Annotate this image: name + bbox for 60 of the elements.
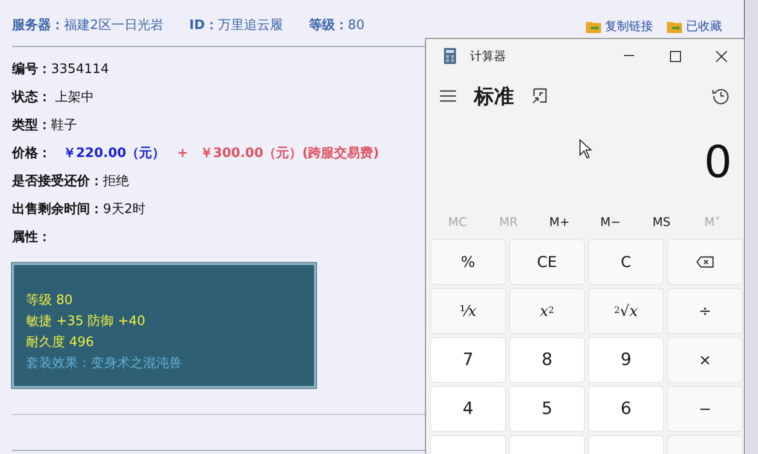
folder-icon — [667, 20, 683, 33]
field-label: 是否接受还价： — [12, 172, 103, 190]
stat-text: 等级 80 — [26, 292, 74, 309]
stat-text: 敏捷 +35 防御 +40 — [26, 313, 146, 330]
calculator-key[interactable]: 7 — [430, 337, 506, 383]
menu-icon[interactable] — [440, 90, 456, 102]
history-icon[interactable] — [712, 87, 730, 105]
link[interactable]: 复制链接 — [586, 18, 653, 35]
calculator-key[interactable]: − — [667, 386, 743, 432]
plus-sign: + — [177, 146, 188, 160]
calculator-key[interactable]: % — [430, 239, 506, 285]
memory-button[interactable]: MS — [636, 215, 687, 229]
calculator-key[interactable]: $^{2}$√x — [588, 288, 664, 334]
calculator-key[interactable]: C — [588, 239, 664, 285]
close-icon — [716, 50, 726, 62]
field-label: 属性： — [12, 229, 51, 246]
calculator-key[interactable]: 4 — [430, 386, 506, 432]
header-value: 80 — [348, 18, 364, 33]
field-label: 编号： — [12, 60, 51, 78]
field-label: 出售剩余时间： — [12, 201, 103, 218]
folder-icon — [586, 20, 602, 33]
field-value: 上架中 — [54, 89, 94, 106]
calculator-icon — [444, 48, 456, 64]
backspace-icon — [696, 256, 714, 268]
field-value: 3354114 — [51, 62, 109, 76]
price-value: ￥220.00（元） — [63, 145, 166, 162]
set-effect-text: 套装效果：变身术之混沌兽 — [26, 355, 183, 372]
fee-value: ￥300.00（元）(跨服交易费) — [200, 144, 380, 162]
calculator-key[interactable]: 6 — [588, 386, 664, 432]
header-value: 万里追云履 — [218, 17, 283, 34]
display-value: 0 — [704, 136, 732, 188]
calculator-key[interactable]: 8 — [509, 337, 585, 383]
header-label: 服务器： — [12, 17, 64, 34]
stat-text: 耐久度 496 — [26, 334, 95, 351]
calculator-key[interactable]: 9 — [588, 337, 664, 383]
keep-on-top-icon[interactable] — [532, 88, 548, 104]
field-value: 9天2时 — [103, 201, 146, 218]
field-label: 价格： — [12, 145, 51, 162]
calculator-key[interactable]: ÷ — [667, 288, 743, 334]
field-label: 类型： — [12, 117, 51, 134]
calculator-key[interactable]: x$^{2}$ — [509, 288, 585, 334]
header-label: ID： — [189, 17, 218, 34]
mouse-pointer-icon — [579, 139, 592, 159]
memory-button[interactable]: M+ — [534, 215, 585, 229]
header-label: 等级： — [308, 17, 348, 34]
field-label: 状态： — [12, 89, 51, 106]
window-title: 计算器 — [470, 48, 507, 64]
backspace-key[interactable] — [667, 239, 743, 285]
maximize-icon — [670, 50, 680, 62]
minimize-icon — [624, 55, 634, 57]
calculator-key[interactable]: 5 — [509, 386, 585, 432]
field-value: 拒绝 — [103, 173, 129, 190]
calculator-key[interactable]: × — [667, 337, 743, 383]
link[interactable]: 已收藏 — [667, 18, 722, 35]
calculator-key[interactable]: CE — [509, 239, 585, 285]
field-value: 鞋子 — [51, 117, 77, 134]
calculator-key[interactable]: ¹⁄x — [430, 288, 506, 334]
header-value: 福建2区一日光岩 — [64, 17, 164, 34]
mode-title: 标准 — [474, 82, 514, 110]
memory-button[interactable]: M− — [585, 215, 636, 229]
